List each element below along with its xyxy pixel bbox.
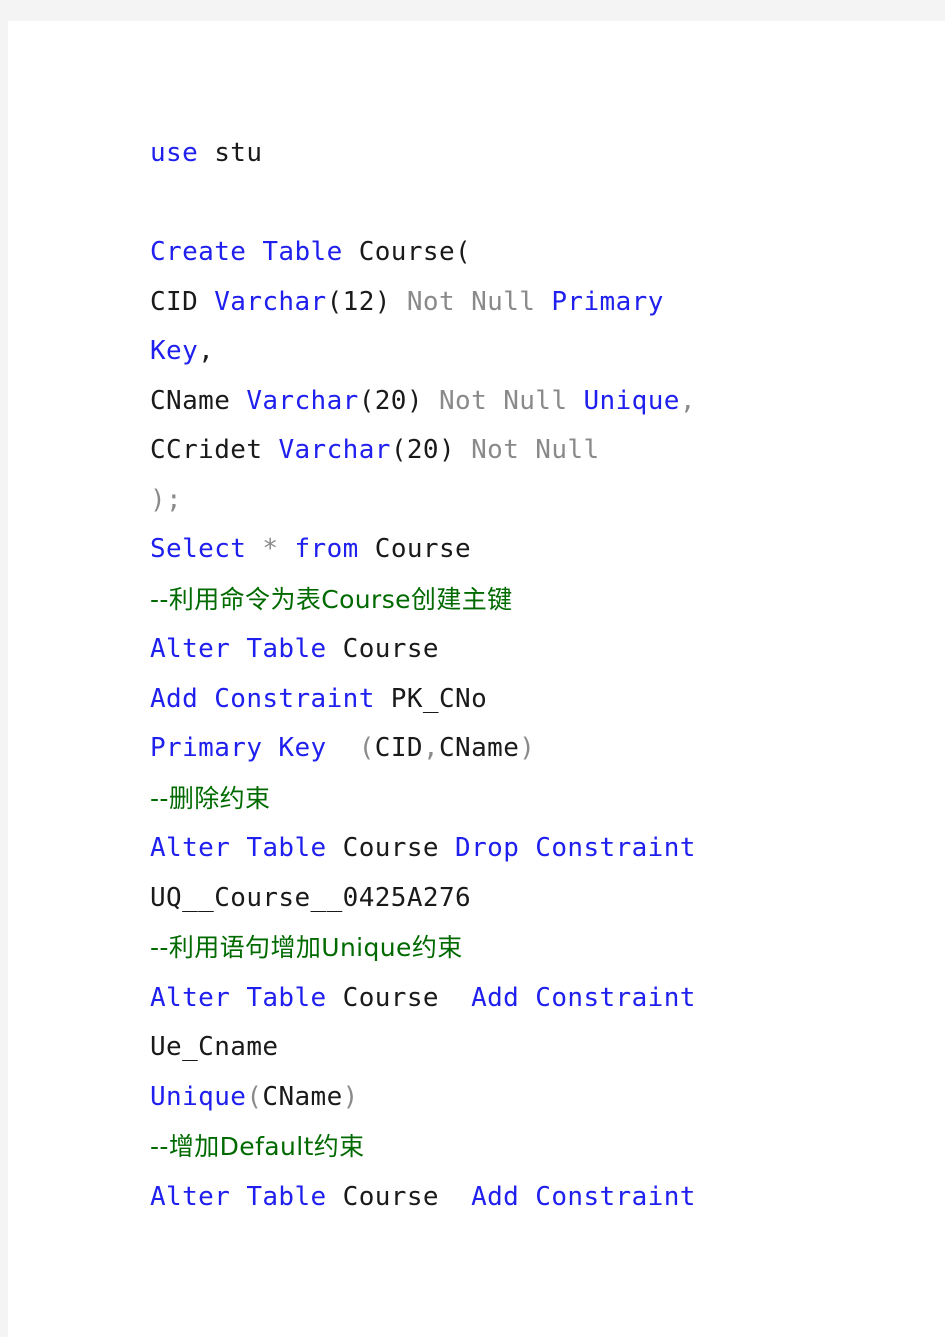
code-token-id — [567, 386, 583, 416]
code-line: --删除约束 — [150, 774, 850, 825]
code-line: Ue_Cname — [150, 1023, 850, 1073]
code-token-id: CName — [150, 385, 247, 416]
code-token-id: CName — [262, 1081, 343, 1112]
code-token-mod: ) — [342, 1081, 359, 1112]
code-line: Unique(CName) — [150, 1073, 850, 1123]
code-token-punc: , — [198, 336, 215, 366]
code-token-mod: ( — [246, 1081, 263, 1112]
code-token-mod: , — [422, 733, 439, 763]
code-token-mod: ( — [326, 733, 375, 763]
code-token-kw: Alter Table — [150, 982, 327, 1013]
code-line: CID Varchar(12) Not Null Primary — [150, 278, 850, 328]
code-line: Create Table Course( — [150, 228, 850, 278]
code-token-kw: Primary — [551, 286, 664, 317]
code-token-mod: Not Null — [406, 286, 536, 317]
code-line: --利用命令为表Course创建主键 — [150, 575, 850, 626]
code-token-cmt: --利用语句增加Unique约束 — [150, 933, 463, 962]
code-line: use stu — [150, 129, 850, 179]
code-token-mod: , — [679, 385, 696, 416]
code-token-punc: (20) — [358, 385, 439, 416]
code-line: ); — [150, 476, 850, 526]
code-token-kw: from — [294, 534, 359, 564]
code-line: CCridet Varchar(20) Not Null — [150, 426, 850, 476]
code-token-punc: (20) — [390, 435, 472, 465]
code-token-id: UQ__Course__0425A276 — [150, 882, 472, 913]
code-token-kw: Select — [150, 534, 247, 564]
code-token-mod: ); — [150, 484, 183, 515]
code-token-cmt: --增加Default约束 — [150, 1132, 365, 1161]
code-line: CName Varchar(20) Not Null Unique, — [150, 377, 850, 427]
code-token-mod: Not Null — [438, 385, 568, 416]
code-token-cmt: --删除约束 — [150, 783, 271, 813]
code-line: Alter Table Course Drop Constraint — [150, 824, 850, 874]
code-token-id: Course — [326, 1181, 472, 1212]
document-page: use stu Create Table Course(CID Varchar(… — [8, 21, 945, 1337]
code-token-kw: Varchar — [214, 286, 327, 317]
code-token-id: Course — [326, 634, 439, 664]
code-line: Select * from Course — [150, 525, 850, 575]
code-token-cmt: --利用命令为表Course创建主键 — [150, 584, 513, 614]
code-token-kw: Varchar — [246, 385, 359, 416]
code-token-kw: Add Constraint — [150, 683, 375, 714]
code-token-kw: Primary Key — [150, 733, 327, 763]
code-token-id: CName — [439, 733, 520, 763]
code-token-id: CID — [374, 733, 423, 763]
code-line: UQ__Course__0425A276 — [150, 874, 850, 924]
code-line: Primary Key (CID,CName) — [150, 724, 850, 774]
code-line: --利用语句增加Unique约束 — [150, 923, 850, 974]
code-token-id: Ue_Cname — [150, 1032, 279, 1062]
code-token-id: Course — [358, 534, 472, 564]
code-token-mod: * — [246, 534, 295, 564]
code-token-mod: ) — [519, 733, 536, 763]
code-token-id — [535, 287, 551, 317]
code-token-kw: Alter Table — [150, 1181, 327, 1212]
code-token-id: Course — [326, 982, 472, 1013]
code-token-mod: Not Null — [471, 435, 600, 465]
code-token-kw: Alter Table — [150, 833, 327, 863]
code-token-kw: Varchar — [278, 435, 391, 465]
code-token-kw: Unique — [150, 1081, 247, 1112]
code-token-id: CCridet — [150, 435, 279, 465]
sql-code-block: use stu Create Table Course(CID Varchar(… — [150, 129, 850, 1222]
code-token-kw: Unique — [583, 385, 680, 416]
code-line: Alter Table Course — [150, 625, 850, 675]
code-token-id: Course — [326, 833, 456, 863]
code-token-id: Course — [342, 237, 456, 267]
code-token-kw: use — [150, 138, 199, 168]
code-token-id: PK_CNo — [374, 683, 488, 714]
code-token-id: stu — [198, 138, 263, 168]
code-token-kw: Alter Table — [150, 634, 327, 664]
code-line: Alter Table Course Add Constraint — [150, 1173, 850, 1223]
code-token-id: CID — [150, 286, 215, 317]
code-line: Key, — [150, 327, 850, 377]
code-token-kw: Add Constraint — [471, 982, 696, 1013]
code-token-kw: Key — [150, 336, 199, 366]
code-token-punc: ( — [455, 237, 472, 267]
code-token-punc: (12) — [326, 286, 407, 317]
code-token-kw: Create Table — [150, 237, 343, 267]
code-line: Add Constraint PK_CNo — [150, 675, 850, 725]
code-line: --增加Default约束 — [150, 1122, 850, 1173]
code-token-kw: Drop Constraint — [455, 833, 696, 863]
code-line: Alter Table Course Add Constraint — [150, 974, 850, 1024]
code-token-kw: Add Constraint — [471, 1181, 696, 1212]
